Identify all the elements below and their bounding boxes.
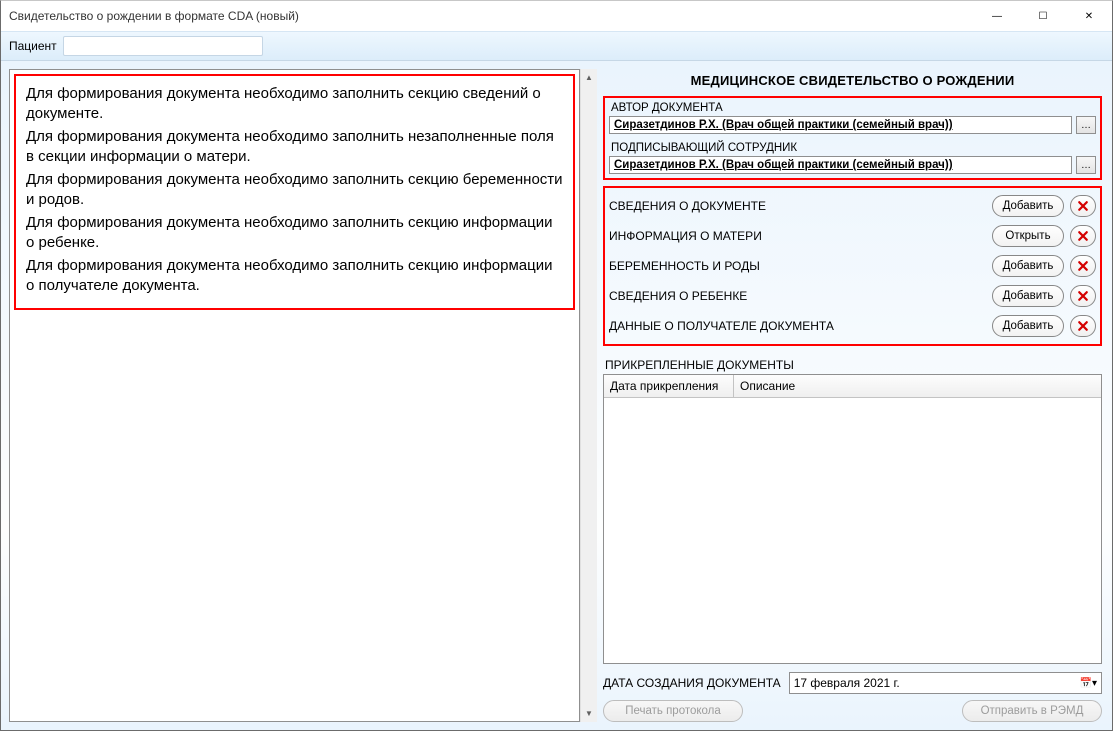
section-action-button[interactable]: Добавить <box>992 255 1064 277</box>
section-row: ДАННЫЕ О ПОЛУЧАТЕЛЕ ДОКУМЕНТА Добавить <box>609 311 1096 341</box>
client-area: Для формирования документа необходимо за… <box>1 61 1112 730</box>
form-heading: МЕДИЦИНСКОЕ СВИДЕТЕЛЬСТВО О РОЖДЕНИИ <box>603 69 1102 96</box>
section-row: СВЕДЕНИЯ О РЕБЕНКЕ Добавить <box>609 281 1096 311</box>
grid-header-date[interactable]: Дата прикрепления <box>604 375 734 397</box>
author-browse-button[interactable]: … <box>1076 116 1096 134</box>
patient-label: Пациент <box>9 39 57 53</box>
attached-label: ПРИКРЕПЛЕННЫЕ ДОКУМЕНТЫ <box>603 354 1102 374</box>
send-remd-button[interactable]: Отправить в РЭМД <box>962 700 1102 722</box>
signer-label: ПОДПИСЫВАЮЩИЙ СОТРУДНИК <box>609 140 1096 156</box>
warning-line: Для формирования документа необходимо за… <box>26 84 563 123</box>
titlebar: Свидетельство о рождении в формате CDA (… <box>1 1 1112 31</box>
maximize-button[interactable]: ☐ <box>1020 1 1066 31</box>
section-delete-button[interactable] <box>1070 285 1096 307</box>
section-label: СВЕДЕНИЯ О РЕБЕНКЕ <box>609 289 986 303</box>
calendar-icon[interactable]: 📅▾ <box>1080 678 1097 689</box>
scroll-down-button[interactable]: ▼ <box>581 705 597 722</box>
section-row: ИНФОРМАЦИЯ О МАТЕРИ Открыть <box>609 221 1096 251</box>
attached-grid[interactable]: Дата прикрепления Описание <box>603 374 1102 664</box>
section-row: БЕРЕМЕННОСТЬ И РОДЫ Добавить <box>609 251 1096 281</box>
print-protocol-button[interactable]: Печать протокола <box>603 700 743 722</box>
close-button[interactable]: ✕ <box>1066 1 1112 31</box>
grid-header: Дата прикрепления Описание <box>604 375 1101 398</box>
left-column: Для формирования документа необходимо за… <box>1 61 597 730</box>
main-window: Свидетельство о рождении в формате CDA (… <box>0 0 1113 731</box>
warning-line: Для формирования документа необходимо за… <box>26 256 563 295</box>
section-delete-button[interactable] <box>1070 255 1096 277</box>
author-field[interactable]: Сиразетдинов Р.Х. (Врач общей практики (… <box>609 116 1072 134</box>
window-title: Свидетельство о рождении в формате CDA (… <box>9 9 299 23</box>
section-label: ИНФОРМАЦИЯ О МАТЕРИ <box>609 229 986 243</box>
window-controls: — ☐ ✕ <box>974 1 1112 31</box>
signer-browse-button[interactable]: … <box>1076 156 1096 174</box>
patient-field[interactable] <box>63 36 263 56</box>
section-row: СВЕДЕНИЯ О ДОКУМЕНТЕ Добавить <box>609 191 1096 221</box>
section-action-button[interactable]: Добавить <box>992 285 1064 307</box>
section-delete-button[interactable] <box>1070 195 1096 217</box>
author-label: АВТОР ДОКУМЕНТА <box>609 100 1096 116</box>
author-signer-block: АВТОР ДОКУМЕНТА Сиразетдинов Р.Х. (Врач … <box>603 96 1102 180</box>
grid-header-desc[interactable]: Описание <box>734 375 1101 397</box>
section-label: СВЕДЕНИЯ О ДОКУМЕНТЕ <box>609 199 986 213</box>
section-action-button[interactable]: Добавить <box>992 315 1064 337</box>
creation-date-value: 17 февраля 2021 г. <box>794 676 1074 690</box>
section-label: ДАННЫЕ О ПОЛУЧАТЕЛЕ ДОКУМЕНТА <box>609 319 986 333</box>
section-label: БЕРЕМЕННОСТЬ И РОДЫ <box>609 259 986 273</box>
sections-block: СВЕДЕНИЯ О ДОКУМЕНТЕ Добавить ИНФОРМАЦИЯ О… <box>603 186 1102 346</box>
warning-line: Для формирования документа необходимо за… <box>26 170 563 209</box>
minimize-button[interactable]: — <box>974 1 1020 31</box>
section-delete-button[interactable] <box>1070 225 1096 247</box>
warnings-box: Для формирования документа необходимо за… <box>14 74 575 310</box>
section-delete-button[interactable] <box>1070 315 1096 337</box>
messages-panel: Для формирования документа необходимо за… <box>9 69 580 722</box>
signer-field[interactable]: Сиразетдинов Р.Х. (Врач общей практики (… <box>609 156 1072 174</box>
creation-date-field[interactable]: 17 февраля 2021 г. 📅▾ <box>789 672 1102 694</box>
section-action-button[interactable]: Открыть <box>992 225 1064 247</box>
creation-date-label: ДАТА СОЗДАНИЯ ДОКУМЕНТА <box>603 676 781 690</box>
warning-line: Для формирования документа необходимо за… <box>26 213 563 252</box>
scroll-up-button[interactable]: ▲ <box>581 69 597 86</box>
right-column: МЕДИЦИНСКОЕ СВИДЕТЕЛЬСТВО О РОЖДЕНИИ АВТ… <box>597 61 1112 730</box>
grid-body <box>604 398 1101 663</box>
left-scrollbar[interactable]: ▲ ▼ <box>580 69 597 722</box>
warning-line: Для формирования документа необходимо за… <box>26 127 563 166</box>
toolbar: Пациент <box>1 31 1112 61</box>
section-action-button[interactable]: Добавить <box>992 195 1064 217</box>
